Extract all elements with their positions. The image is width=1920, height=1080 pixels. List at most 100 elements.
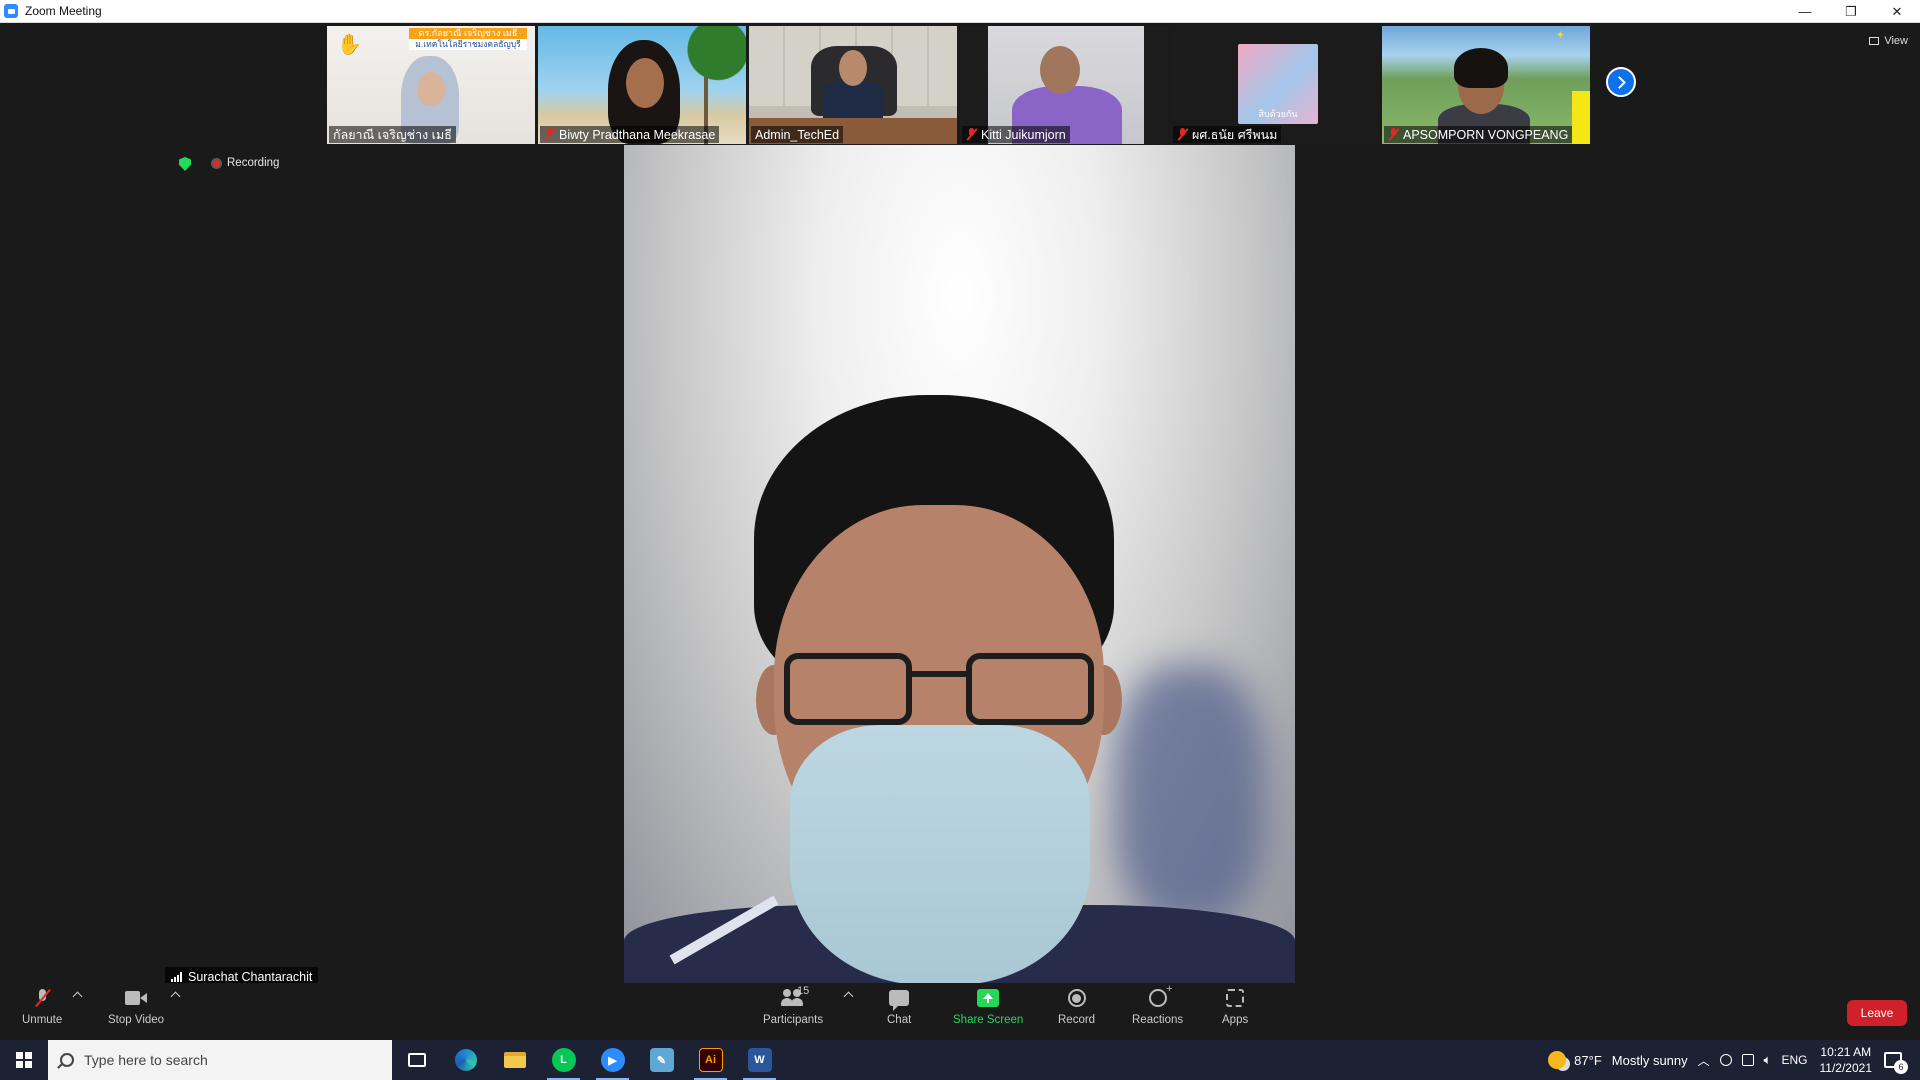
mic-muted-icon bbox=[966, 128, 977, 141]
chat-button[interactable]: Chat bbox=[887, 987, 911, 1026]
participant-name-label: ผศ.ธนัย ศรีพนม bbox=[1173, 126, 1282, 143]
participant-thumbnail[interactable]: ✦ APSOMPORN VONGPEANG bbox=[1382, 26, 1590, 144]
unmute-label: Unmute bbox=[22, 1014, 63, 1026]
clock-time: 10:21 AM bbox=[1820, 1045, 1872, 1059]
glasses-lens bbox=[966, 653, 1094, 725]
video-camera-icon bbox=[125, 991, 148, 1005]
unmute-button[interactable]: Unmute bbox=[22, 987, 62, 1026]
participants-options-chevron-up-icon[interactable] bbox=[843, 991, 854, 1002]
participant-video bbox=[1454, 48, 1508, 88]
word-app-icon: W bbox=[747, 1048, 772, 1072]
window-controls: — ❐ ✕ bbox=[1782, 0, 1920, 23]
file-explorer-taskbar-button[interactable] bbox=[490, 1040, 539, 1080]
view-button[interactable]: View bbox=[1869, 31, 1908, 51]
apps-label: Apps bbox=[1222, 1014, 1249, 1026]
active-speaker-video bbox=[624, 145, 1295, 987]
participant-face bbox=[417, 72, 445, 106]
participants-button[interactable]: 15 Participants bbox=[763, 985, 823, 1026]
onedrive-icon[interactable] bbox=[1719, 1054, 1732, 1066]
illustrator-taskbar-button[interactable]: Ai bbox=[686, 1040, 735, 1080]
notification-count-badge: 6 bbox=[1894, 1060, 1908, 1074]
restore-button[interactable]: ❐ bbox=[1828, 0, 1874, 23]
task-view-button[interactable] bbox=[392, 1040, 441, 1080]
window-title-bar: Zoom Meeting — ❐ ✕ bbox=[0, 0, 1920, 23]
taskbar-search-box[interactable]: Type here to search bbox=[48, 1040, 392, 1080]
background-object bbox=[1115, 665, 1265, 925]
smiley-plus-icon bbox=[1148, 983, 1173, 1007]
windows-logo-icon bbox=[16, 1052, 32, 1068]
volume-icon[interactable]: 🔈︎ bbox=[1764, 1052, 1772, 1068]
next-page-button[interactable] bbox=[1606, 67, 1636, 97]
active-speaker-name: Surachat Chantarachit bbox=[188, 970, 313, 984]
apps-button[interactable]: Apps bbox=[1222, 987, 1248, 1026]
show-hidden-icons-chevron-up-icon[interactable]: ︿ bbox=[1698, 1052, 1710, 1069]
zoom-taskbar-button[interactable]: ▶ bbox=[588, 1040, 637, 1080]
leave-button[interactable]: Leave bbox=[1847, 1000, 1907, 1026]
glasses-lens bbox=[784, 653, 912, 725]
participant-name: Biwty Pradthana Meekrasae bbox=[559, 127, 716, 142]
notepad-taskbar-button[interactable]: ✎ bbox=[637, 1040, 686, 1080]
participant-thumbnail[interactable]: Kitti Juikumjorn bbox=[960, 26, 1168, 144]
share-screen-icon bbox=[977, 989, 1000, 1007]
background-accent bbox=[1572, 26, 1590, 144]
zoom-logo-icon bbox=[4, 4, 18, 18]
task-view-icon bbox=[407, 1053, 426, 1067]
network-icon[interactable] bbox=[1741, 1054, 1754, 1066]
speaker-glasses bbox=[784, 653, 1094, 733]
view-label: View bbox=[1884, 35, 1908, 47]
participant-count: 15 bbox=[797, 985, 810, 997]
folder-icon bbox=[503, 1052, 526, 1068]
clock-date: 11/2/2021 bbox=[1819, 1061, 1873, 1075]
word-taskbar-button[interactable]: W bbox=[735, 1040, 784, 1080]
virtual-background-banner: ดร.กัลยาณี เจริญช่าง เมธี ม.เทคโนโลยีราช… bbox=[409, 28, 527, 50]
recording-label: Recording bbox=[227, 157, 280, 169]
participant-thumbnail-strip: ✋ ดร.กัลยาณี เจริญช่าง เมธี ม.เทคโนโลยีร… bbox=[327, 26, 1590, 144]
window-title: Zoom Meeting bbox=[25, 4, 102, 18]
windows-taskbar: Type here to search L ▶ ✎ Ai W 87°F Most… bbox=[0, 1040, 1920, 1080]
share-screen-label: Share Screen bbox=[953, 1014, 1024, 1026]
microphone-muted-icon bbox=[36, 989, 48, 1007]
glasses-bridge bbox=[909, 671, 969, 677]
participant-video bbox=[823, 82, 883, 122]
share-screen-button[interactable]: Share Screen bbox=[953, 987, 1023, 1026]
weather-description[interactable]: Mostly sunny bbox=[1612, 1053, 1688, 1068]
minimize-button[interactable]: — bbox=[1782, 0, 1828, 23]
notification-center-icon[interactable]: 6 bbox=[1884, 1052, 1908, 1074]
profile-picture: สิบด้วยกัน bbox=[1238, 44, 1318, 124]
participant-name-label: กัลยาณี เจริญช่าง เมธี bbox=[329, 126, 456, 143]
line-taskbar-button[interactable]: L bbox=[539, 1040, 588, 1080]
audio-options-chevron-up-icon[interactable] bbox=[72, 991, 83, 1002]
background-logo-icon: ✦ bbox=[1556, 30, 1564, 40]
participant-thumbnail[interactable]: Admin_TechEd bbox=[749, 26, 957, 144]
close-button[interactable]: ✕ bbox=[1874, 0, 1920, 23]
record-button[interactable]: Record bbox=[1058, 987, 1095, 1026]
mic-muted-icon bbox=[1388, 128, 1399, 141]
participant-thumbnail[interactable]: Biwty Pradthana Meekrasae bbox=[538, 26, 746, 144]
illustrator-app-icon: Ai bbox=[698, 1048, 723, 1072]
weather-sun-icon[interactable] bbox=[1548, 1051, 1567, 1069]
start-button[interactable] bbox=[0, 1040, 48, 1080]
participant-name: Admin_TechEd bbox=[755, 127, 840, 142]
stop-video-button[interactable]: Stop Video bbox=[108, 987, 164, 1026]
record-icon bbox=[1067, 989, 1086, 1007]
participant-thumbnail[interactable]: ✋ ดร.กัลยาณี เจริญช่าง เมธี ม.เทคโนโลยีร… bbox=[327, 26, 535, 144]
apps-icon bbox=[1226, 989, 1245, 1007]
speaker-face-mask bbox=[790, 725, 1090, 985]
participant-thumbnail[interactable]: สิบด้วยกัน ผศ.ธนัย ศรีพนม bbox=[1171, 26, 1379, 144]
taskbar-clock[interactable]: 10:21 AM 11/2/2021 bbox=[1820, 1044, 1873, 1076]
weather-temperature[interactable]: 87°F bbox=[1574, 1053, 1602, 1068]
search-placeholder: Type here to search bbox=[84, 1052, 208, 1068]
participant-face bbox=[839, 50, 867, 86]
reactions-label: Reactions bbox=[1132, 1014, 1184, 1026]
security-shield-icon[interactable] bbox=[178, 157, 192, 171]
meeting-toolbar: Unmute Stop Video 15 Participants Chat S… bbox=[0, 983, 1920, 1040]
input-language[interactable]: ENG bbox=[1781, 1053, 1807, 1067]
reactions-button[interactable]: Reactions bbox=[1132, 983, 1184, 1026]
profile-picture-caption: สิบด้วยกัน bbox=[1258, 109, 1298, 119]
chat-label: Chat bbox=[887, 1014, 912, 1026]
participant-name-label: Kitti Juikumjorn bbox=[962, 126, 1070, 143]
edge-taskbar-button[interactable] bbox=[441, 1040, 490, 1080]
recording-indicator[interactable]: Recording bbox=[211, 157, 279, 169]
participant-name: APSOMPORN VONGPEANG bbox=[1403, 127, 1569, 142]
video-options-chevron-up-icon[interactable] bbox=[170, 991, 181, 1002]
